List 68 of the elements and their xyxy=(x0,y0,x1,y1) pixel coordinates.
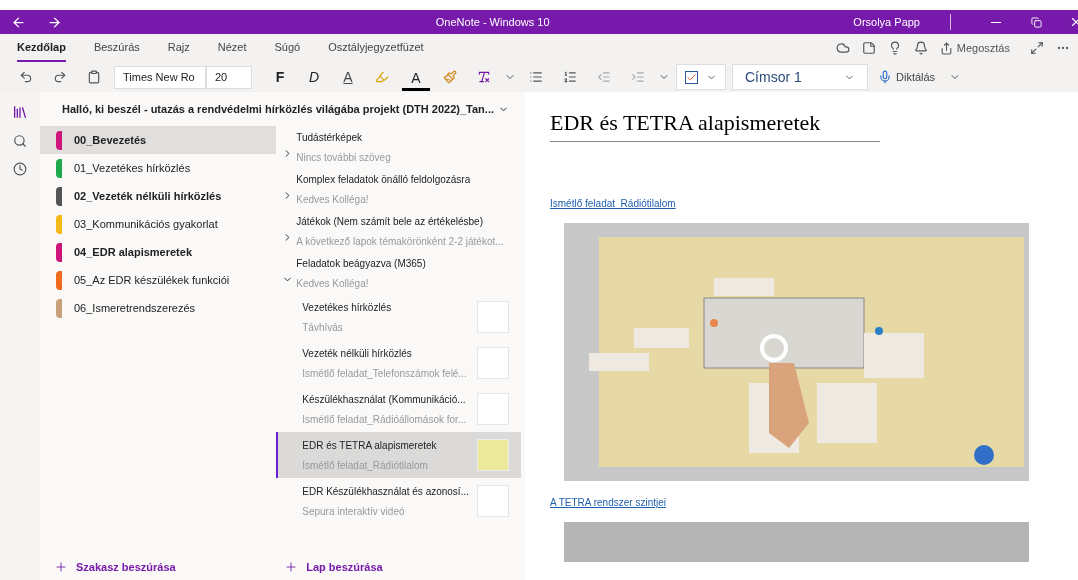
page-item[interactable]: Játékok (Nem számít bele az értékelésbe) A következő lapok témakörönként 2-2 játékot... xyxy=(276,210,521,252)
page-thumbnail xyxy=(477,485,509,517)
section-item[interactable]: 06_Ismeretrendszerezés xyxy=(40,294,277,322)
underline-button[interactable]: A xyxy=(334,63,362,91)
section-item[interactable]: 04_EDR alapismeretek xyxy=(40,238,277,266)
section-item[interactable]: 03_Kommunikációs gyakorlat xyxy=(40,210,277,238)
subpage-item[interactable]: EDR és TETRA alapismeretek Ismétlő feladat_Rádiótilalom xyxy=(276,432,521,478)
subpage-item[interactable]: Vezetékes hírközlés Távhívás xyxy=(276,294,521,340)
plus-icon xyxy=(284,560,299,574)
clipboard-icon xyxy=(87,70,101,84)
recent-icon[interactable] xyxy=(13,162,27,176)
user-name: Orsolya Papp xyxy=(853,14,920,30)
highlighter-icon xyxy=(375,70,389,84)
page-thumbnail xyxy=(477,439,509,471)
minimize-icon xyxy=(991,21,1001,23)
microphone-icon xyxy=(878,70,892,84)
page-thumbnail xyxy=(477,393,509,425)
outdent-icon xyxy=(597,70,611,84)
section-item[interactable]: 05_Az EDR készülékek funkciói xyxy=(40,266,277,294)
undo-icon xyxy=(19,70,33,84)
sync-icon[interactable] xyxy=(835,41,850,55)
size-field[interactable]: 20 xyxy=(206,65,252,89)
add-page-button[interactable]: Lap beszúrása xyxy=(276,554,521,580)
share-icon xyxy=(939,41,953,55)
tag-button[interactable] xyxy=(676,64,726,90)
paintbrush-icon xyxy=(443,70,457,84)
plus-icon xyxy=(54,560,68,574)
indent-icon xyxy=(631,70,645,84)
ribbon-tab[interactable]: Nézet xyxy=(217,34,247,62)
page-thumbnail xyxy=(477,347,509,379)
page-link[interactable]: A TETRA rendszer szintjei xyxy=(550,495,666,510)
note-icon[interactable] xyxy=(861,41,876,55)
share-button[interactable]: Megosztás xyxy=(939,39,1010,57)
ribbon-tab[interactable]: Súgó xyxy=(274,34,301,62)
style-dropdown[interactable]: Címsor 1 xyxy=(732,64,868,90)
expand-icon[interactable] xyxy=(1030,41,1044,55)
subpage-item[interactable]: Vezeték nélküli hírközlés Ismétlő feladat_Telefonszámok felé... xyxy=(276,340,521,386)
bold-button[interactable]: F xyxy=(266,63,294,91)
clear-format-icon xyxy=(477,70,491,84)
dictate-button[interactable]: Diktálás xyxy=(878,68,936,86)
page-item[interactable]: Tudástérképek Nincs további szöveg xyxy=(276,126,521,168)
page-thumbnail xyxy=(477,301,509,333)
redo-icon xyxy=(53,70,67,84)
page-title[interactable]: EDR és TETRA alapismeretek xyxy=(550,106,880,142)
window-title: OneNote - Windows 10 xyxy=(435,14,550,30)
italic-button[interactable]: D xyxy=(300,63,328,91)
section-item[interactable]: 00_Bevezetés xyxy=(40,126,277,154)
ribbon-tab[interactable]: Beszúrás xyxy=(93,34,140,62)
ribbon-tab[interactable]: Kezdőlap xyxy=(17,34,66,62)
forward-arrow-icon xyxy=(46,14,62,30)
search-icon[interactable] xyxy=(13,134,27,148)
restore-icon xyxy=(1030,16,1042,28)
ribbon-tab[interactable]: Osztályjegyzetfüzet xyxy=(328,34,424,62)
section-item[interactable]: 02_Vezeték nélküli hírközlés xyxy=(40,182,277,210)
add-section-button[interactable]: Szakasz beszúrása xyxy=(40,554,277,580)
page-item[interactable]: Komplex feladatok önálló feldolgozásra Kedves Kolléga! xyxy=(276,168,521,210)
numbered-list-icon xyxy=(563,70,577,84)
subpage-item[interactable]: Készülékhasználat (Kommunikáció... Ismétlő feladat_Rádióállomások for... xyxy=(276,386,521,432)
notebooks-icon[interactable] xyxy=(12,104,28,120)
page-item[interactable]: Feladatok beágyazva (M365) Kedves Kolléga! xyxy=(276,252,521,294)
page-link[interactable]: Ismétlő feladat_Rádiótilalom xyxy=(550,196,676,211)
section-item[interactable]: 01_Vezetékes hírközlés xyxy=(40,154,277,182)
bullet-list-icon xyxy=(529,70,543,84)
subpage-item[interactable]: EDR Készülékhasználat és azonosí... Sepura interaktív videó xyxy=(276,478,521,524)
bell-icon[interactable] xyxy=(913,41,928,55)
ribbon-tab[interactable]: Rajz xyxy=(167,34,190,62)
notebook-dropdown[interactable]: Halló, ki beszél - utazás a rendvédelmi hírközlés világába projekt (DTH 2022)_Tan... xyxy=(62,100,509,118)
font-field[interactable]: Times New Ro xyxy=(114,65,206,89)
